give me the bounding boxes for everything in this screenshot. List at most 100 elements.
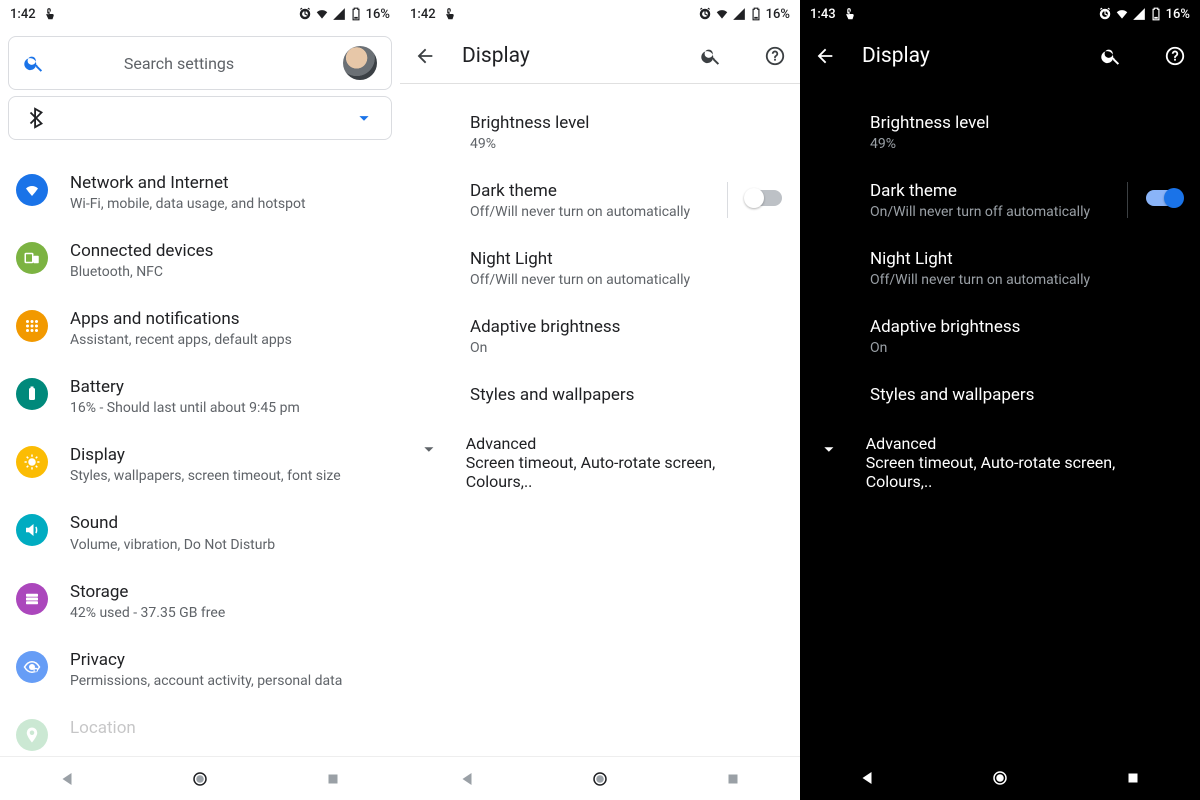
- wifi-icon: [715, 7, 729, 21]
- location-icon: [16, 719, 48, 751]
- touch-icon: [442, 7, 456, 21]
- nav-bar: [800, 756, 1200, 800]
- adaptive-title: Adaptive brightness: [470, 316, 782, 338]
- nav-back-icon[interactable]: [858, 769, 876, 787]
- styles-title: Styles and wallpapers: [470, 384, 782, 406]
- settings-item-battery[interactable]: Battery16% - Should last until about 9:4…: [0, 362, 400, 430]
- status-bar: 1:43 16%: [800, 0, 1200, 28]
- row-night-light[interactable]: Night Light Off/Will never turn on autom…: [400, 234, 800, 302]
- settings-item-display[interactable]: DisplayStyles, wallpapers, screen timeou…: [0, 430, 400, 498]
- advanced-sub: Screen timeout, Auto-rotate screen, Colo…: [866, 453, 1182, 491]
- display-light-pane: 1:42 16% Display Brightness level 49% Da…: [400, 0, 800, 800]
- devices-icon: [16, 242, 48, 274]
- signal-icon: [332, 7, 346, 21]
- search-settings[interactable]: Search settings: [8, 36, 392, 90]
- item-title: Apps and notifications: [70, 308, 292, 330]
- sound-icon: [16, 514, 48, 546]
- night-light-sub: Off/Will never turn on automatically: [470, 272, 782, 288]
- nav-recents-icon[interactable]: [1124, 769, 1142, 787]
- quick-toggle-card[interactable]: [8, 96, 392, 140]
- item-title: Network and Internet: [70, 172, 306, 194]
- search-icon[interactable]: [1100, 45, 1122, 67]
- brightness-value: 49%: [870, 136, 1182, 152]
- signal-icon: [1132, 7, 1146, 21]
- settings-item-devices[interactable]: Connected devicesBluetooth, NFC: [0, 226, 400, 294]
- status-time: 1:43: [810, 7, 836, 22]
- nav-recents-icon[interactable]: [324, 770, 342, 788]
- touch-icon: [42, 7, 56, 21]
- status-time: 1:42: [410, 7, 436, 22]
- bluetooth-off-icon: [25, 107, 47, 129]
- item-sub: Assistant, recent apps, default apps: [70, 332, 292, 348]
- nav-bar: [0, 756, 400, 800]
- battery-pct: 16%: [366, 7, 390, 22]
- wifi-icon: [1115, 7, 1129, 21]
- dark-theme-title: Dark theme: [470, 180, 709, 202]
- item-title: Battery: [70, 376, 300, 398]
- row-adaptive[interactable]: Adaptive brightness On: [400, 302, 800, 370]
- settings-item-storage[interactable]: Storage42% used - 37.35 GB free: [0, 567, 400, 635]
- dark-theme-toggle[interactable]: [746, 190, 782, 206]
- signal-icon: [732, 7, 746, 21]
- settings-item-sound[interactable]: SoundVolume, vibration, Do Not Disturb: [0, 498, 400, 566]
- battery-pct: 16%: [1166, 7, 1190, 22]
- battery-icon: [16, 378, 48, 410]
- row-styles[interactable]: Styles and wallpapers: [400, 370, 800, 420]
- chevron-down-icon: [353, 107, 375, 129]
- nav-home-icon[interactable]: [191, 770, 209, 788]
- row-advanced[interactable]: Advanced Screen timeout, Auto-rotate scr…: [400, 420, 800, 505]
- night-light-title: Night Light: [870, 248, 1182, 270]
- dark-theme-sub: On/Will never turn off automatically: [870, 204, 1109, 220]
- divider: [727, 182, 728, 218]
- row-dark-theme[interactable]: Dark theme On/Will never turn off automa…: [800, 166, 1200, 234]
- brightness-title: Brightness level: [870, 112, 1182, 134]
- battery-pct: 16%: [766, 7, 790, 22]
- nav-bar: [400, 756, 800, 800]
- settings-item-privacy[interactable]: PrivacyPermissions, account activity, pe…: [0, 635, 400, 703]
- wifi-icon: [315, 7, 329, 21]
- battery-icon: [1149, 7, 1163, 21]
- settings-item-wifi[interactable]: Network and InternetWi-Fi, mobile, data …: [0, 158, 400, 226]
- dark-theme-sub: Off/Will never turn on automatically: [470, 204, 709, 220]
- back-icon[interactable]: [414, 45, 436, 67]
- item-sub: Volume, vibration, Do Not Disturb: [70, 537, 275, 553]
- nav-home-icon[interactable]: [991, 769, 1009, 787]
- settings-root-pane: 1:42 16% Search settings Network and Int…: [0, 0, 400, 800]
- advanced-sub: Screen timeout, Auto-rotate screen, Colo…: [466, 453, 782, 491]
- account-avatar[interactable]: [343, 46, 377, 80]
- adaptive-sub: On: [870, 340, 1182, 356]
- row-styles[interactable]: Styles and wallpapers: [800, 370, 1200, 420]
- battery-icon: [349, 7, 363, 21]
- display-icon: [16, 446, 48, 478]
- back-icon[interactable]: [814, 45, 836, 67]
- nav-back-icon[interactable]: [58, 770, 76, 788]
- search-placeholder: Search settings: [33, 54, 325, 73]
- settings-item-apps[interactable]: Apps and notifications Assistant, recent …: [0, 294, 400, 362]
- row-brightness[interactable]: Brightness level 49%: [400, 98, 800, 166]
- row-adaptive[interactable]: Adaptive brightness On: [800, 302, 1200, 370]
- brightness-value: 49%: [470, 136, 782, 152]
- alarm-icon: [1098, 7, 1112, 21]
- chevron-down-icon: [818, 438, 840, 460]
- help-icon[interactable]: [1164, 45, 1186, 67]
- styles-title: Styles and wallpapers: [870, 384, 1182, 406]
- row-dark-theme[interactable]: Dark theme Off/Will never turn on automa…: [400, 166, 800, 234]
- row-brightness[interactable]: Brightness level 49%: [800, 98, 1200, 166]
- dark-theme-toggle[interactable]: [1146, 190, 1182, 206]
- storage-icon: [16, 583, 48, 615]
- search-icon[interactable]: [700, 45, 722, 67]
- adaptive-sub: On: [470, 340, 782, 356]
- adaptive-title: Adaptive brightness: [870, 316, 1182, 338]
- apps-icon: [16, 310, 48, 342]
- help-icon[interactable]: [764, 45, 786, 67]
- nav-back-icon[interactable]: [458, 770, 476, 788]
- nav-recents-icon[interactable]: [724, 770, 742, 788]
- row-night-light[interactable]: Night Light Off/Will never turn on autom…: [800, 234, 1200, 302]
- item-title: Display: [70, 444, 341, 466]
- row-advanced[interactable]: Advanced Screen timeout, Auto-rotate scr…: [800, 420, 1200, 505]
- nav-home-icon[interactable]: [591, 770, 609, 788]
- page-title: Display: [462, 44, 530, 68]
- app-bar: Display: [800, 28, 1200, 84]
- item-sub: Bluetooth, NFC: [70, 264, 213, 280]
- alarm-icon: [698, 7, 712, 21]
